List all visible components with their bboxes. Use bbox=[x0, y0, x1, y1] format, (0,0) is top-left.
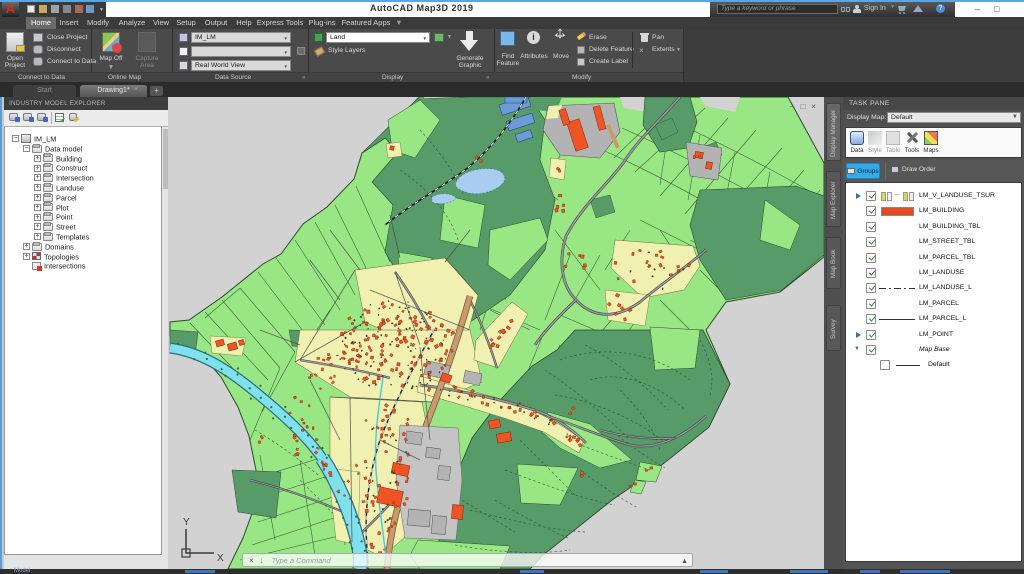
svg-text:Y: Y bbox=[183, 517, 190, 528]
svg-text:X: X bbox=[217, 553, 224, 563]
